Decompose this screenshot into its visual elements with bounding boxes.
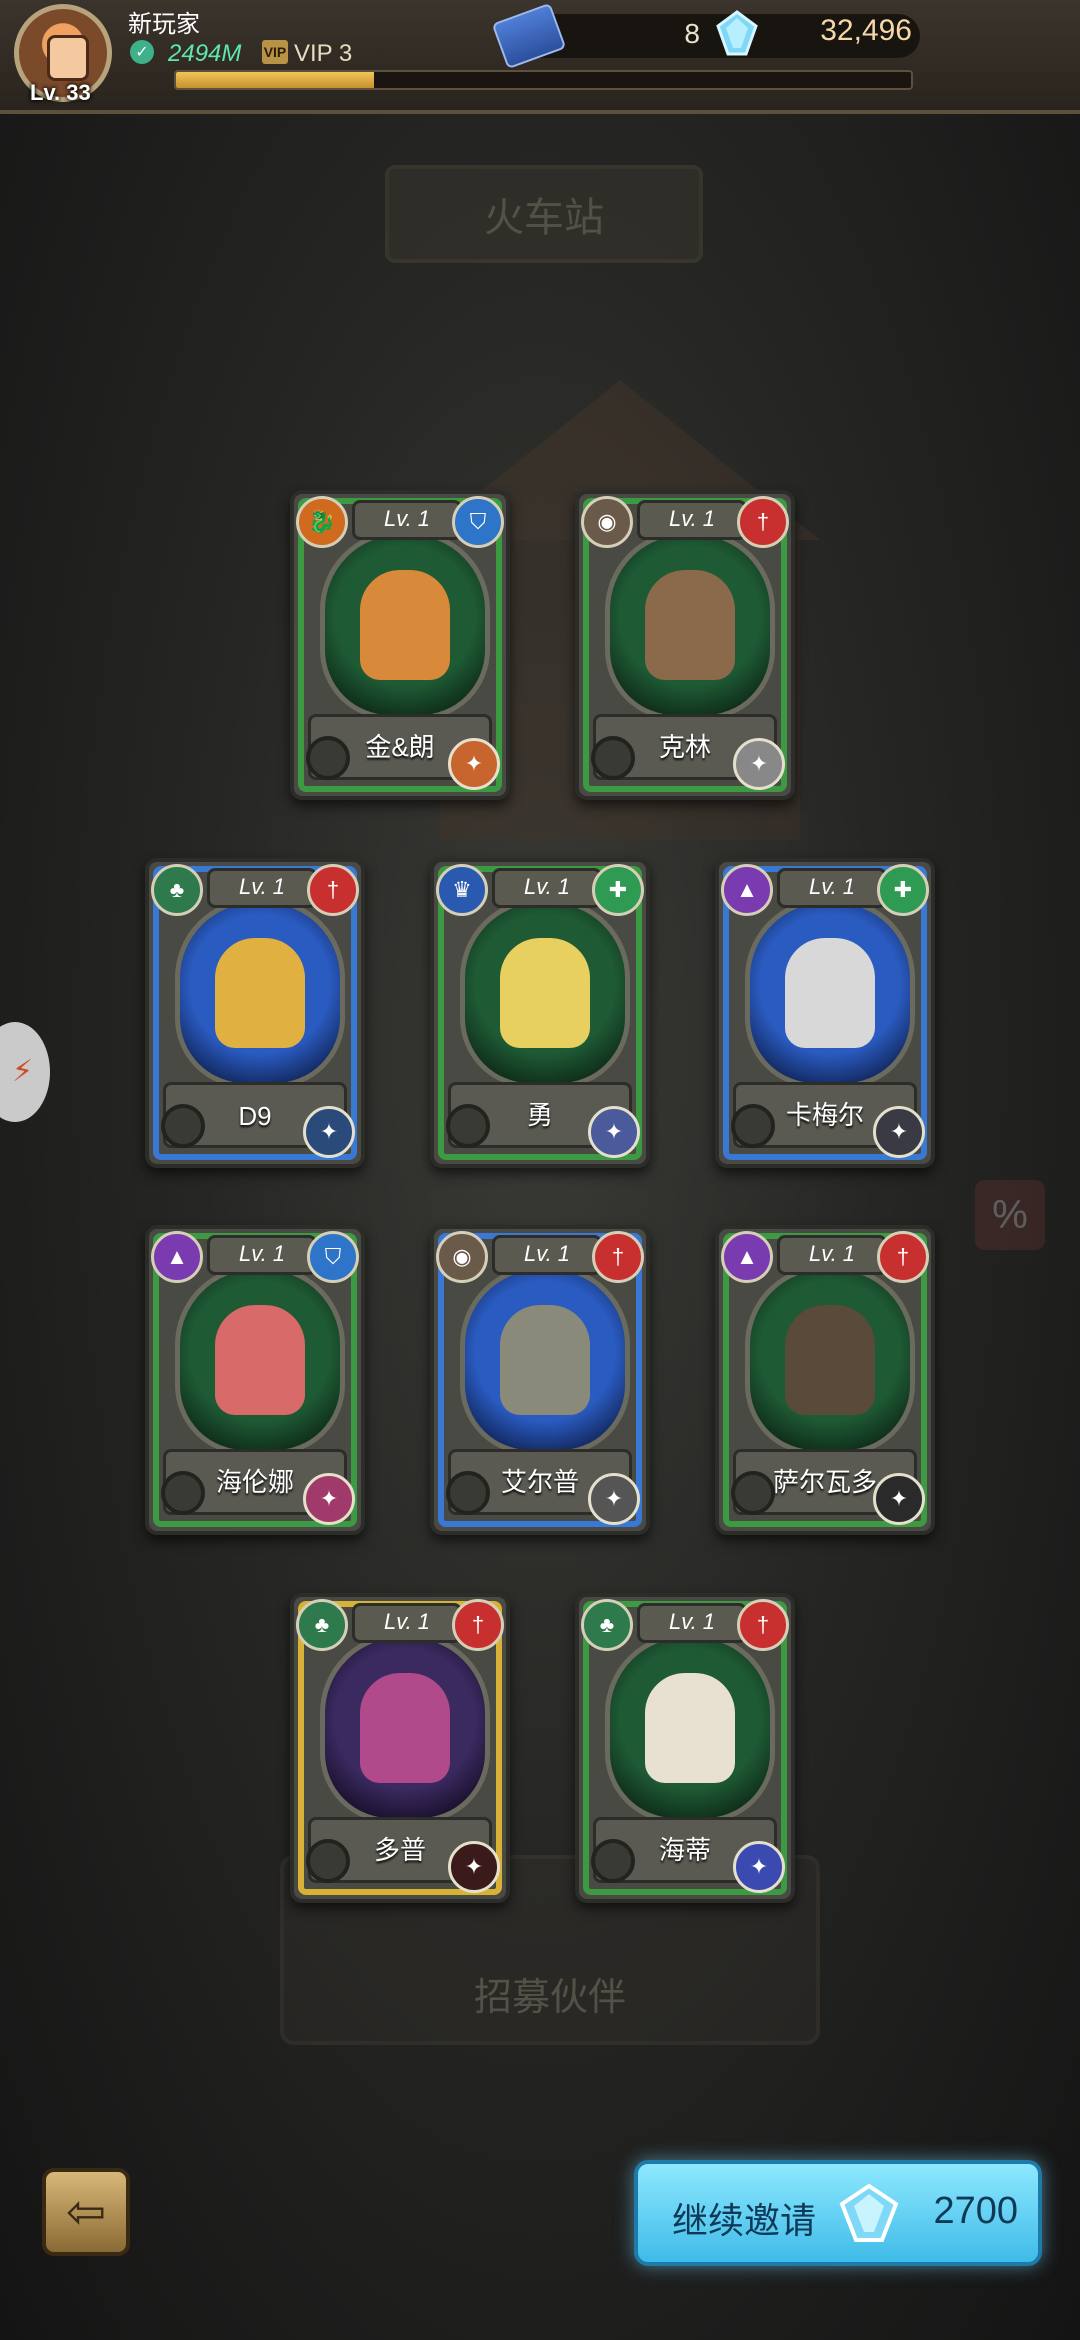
hero-card[interactable]: Lv. 1 ◉ † 艾尔普 ✦	[430, 1225, 650, 1535]
hero-portrait	[460, 1265, 630, 1455]
heal-icon: ✚	[877, 864, 929, 916]
hero-level: Lv. 1	[352, 500, 462, 540]
hero-card[interactable]: Lv. 1 ▲ † 萨尔瓦多 ✦	[715, 1225, 935, 1535]
tree-icon: ♣	[151, 864, 203, 916]
hero-sprite	[645, 570, 735, 680]
gear-icon: ✦	[733, 738, 785, 790]
star-icon: ✦	[588, 1106, 640, 1158]
hero-portrait	[745, 898, 915, 1088]
side-menu-orb[interactable]: ⚡	[0, 1022, 50, 1122]
figure-icon: ✦	[873, 1106, 925, 1158]
hero-sprite	[785, 1305, 875, 1415]
sword-icon: †	[737, 1599, 789, 1651]
gem-count: 32,496	[820, 14, 912, 47]
ticket-count: 8	[684, 18, 700, 49]
hero-level: Lv. 1	[777, 1235, 887, 1275]
hero-sprite	[360, 570, 450, 680]
hero-sprite	[500, 938, 590, 1048]
background-scene: 火车站 % 招募伙伴	[0, 0, 1080, 2340]
hero-portrait	[175, 898, 345, 1088]
station-sign: 火车站	[385, 165, 703, 263]
spike-icon: ▲	[721, 1231, 773, 1283]
hero-level: Lv. 1	[207, 1235, 317, 1275]
piano-icon: ✦	[588, 1473, 640, 1525]
gem-icon	[839, 2183, 899, 2242]
hero-level: Lv. 1	[207, 868, 317, 908]
hero-sprite	[785, 938, 875, 1048]
hero-level: Lv. 1	[352, 1603, 462, 1643]
hero-card[interactable]: Lv. 1 ♣ † 海蒂 ✦	[575, 1593, 795, 1903]
shield-icon: ⛉	[307, 1231, 359, 1283]
wave-icon: ✦	[733, 1841, 785, 1893]
hero-sprite	[215, 938, 305, 1048]
ticket-icon[interactable]	[491, 2, 567, 70]
spike-icon: ▲	[721, 864, 773, 916]
invite-label: 继续邀请	[672, 2200, 817, 2241]
vip-icon: VIP	[262, 40, 288, 64]
gem-icon[interactable]	[716, 10, 758, 56]
hero-portrait	[460, 898, 630, 1088]
swirl-icon: ✦	[303, 1473, 355, 1525]
sword-icon: †	[452, 1599, 504, 1651]
sword-icon: †	[877, 1231, 929, 1283]
hero-portrait	[605, 1633, 775, 1823]
discount-badge: %	[975, 1180, 1045, 1250]
tree-icon: ♣	[581, 1599, 633, 1651]
tree-icon: ♣	[296, 1599, 348, 1651]
hero-card[interactable]: Lv. 1 ♣ † D9 ✦	[145, 858, 365, 1168]
top-bar: Lv. 33 新玩家 ✓ 2494M VIP VIP 3 8 32,496	[0, 0, 1080, 114]
fire-burst-icon: ✦	[448, 738, 500, 790]
hero-level: Lv. 1	[637, 1603, 747, 1643]
hero-sprite	[645, 1673, 735, 1783]
hero-level: Lv. 1	[637, 500, 747, 540]
xp-bar	[174, 70, 913, 90]
hero-level: Lv. 1	[492, 1235, 602, 1275]
sword-icon: †	[307, 864, 359, 916]
hero-sprite	[360, 1673, 450, 1783]
player-level: Lv. 33	[30, 80, 91, 105]
hero-card[interactable]: Lv. 1 ◉ † 克林 ✦	[575, 490, 795, 800]
lamp-icon: ✦	[873, 1473, 925, 1525]
sword-icon: †	[737, 496, 789, 548]
back-button[interactable]: ⇦	[42, 2168, 130, 2256]
heal-icon: ✚	[592, 864, 644, 916]
hero-card[interactable]: Lv. 1 ♛ ✚ 勇 ✦	[430, 858, 650, 1168]
lightning-icon: ✦	[303, 1106, 355, 1158]
back-arrow-icon: ⇦	[65, 2186, 107, 2239]
hero-portrait	[320, 1633, 490, 1823]
hero-card[interactable]: Lv. 1 ♣ † 多普 ✦	[290, 1593, 510, 1903]
invite-cost: 2700	[933, 2190, 1018, 2232]
avatar-face	[47, 35, 89, 81]
continue-invite-button[interactable]: 继续邀请 2700	[634, 2160, 1042, 2266]
eye-icon: ◉	[436, 1231, 488, 1283]
event-icon: ⚡	[12, 1055, 34, 1088]
hero-card[interactable]: Lv. 1 ▲ ✚ 卡梅尔 ✦	[715, 858, 935, 1168]
dragon-icon: 🐉	[296, 496, 348, 548]
hero-card[interactable]: Lv. 1 🐉 ⛉ 金&朗 ✦	[290, 490, 510, 800]
hero-level: Lv. 1	[492, 868, 602, 908]
power-value: 2494M	[168, 40, 242, 67]
crown-icon: ♛	[436, 864, 488, 916]
hero-portrait	[175, 1265, 345, 1455]
hero-level: Lv. 1	[777, 868, 887, 908]
vip-level: VIP 3	[294, 40, 353, 67]
power-icon: ✓	[130, 40, 154, 64]
sword-icon: †	[592, 1231, 644, 1283]
demon-icon: ✦	[448, 1841, 500, 1893]
hero-portrait	[745, 1265, 915, 1455]
hero-sprite	[500, 1305, 590, 1415]
eye-icon: ◉	[581, 496, 633, 548]
player-name: 新玩家	[128, 11, 200, 38]
hero-portrait	[320, 530, 490, 720]
hero-portrait	[605, 530, 775, 720]
hero-sprite	[215, 1305, 305, 1415]
xp-fill	[176, 72, 375, 88]
hero-card[interactable]: Lv. 1 ▲ ⛉ 海伦娜 ✦	[145, 1225, 365, 1535]
spike-icon: ▲	[151, 1231, 203, 1283]
shield-icon: ⛉	[452, 496, 504, 548]
